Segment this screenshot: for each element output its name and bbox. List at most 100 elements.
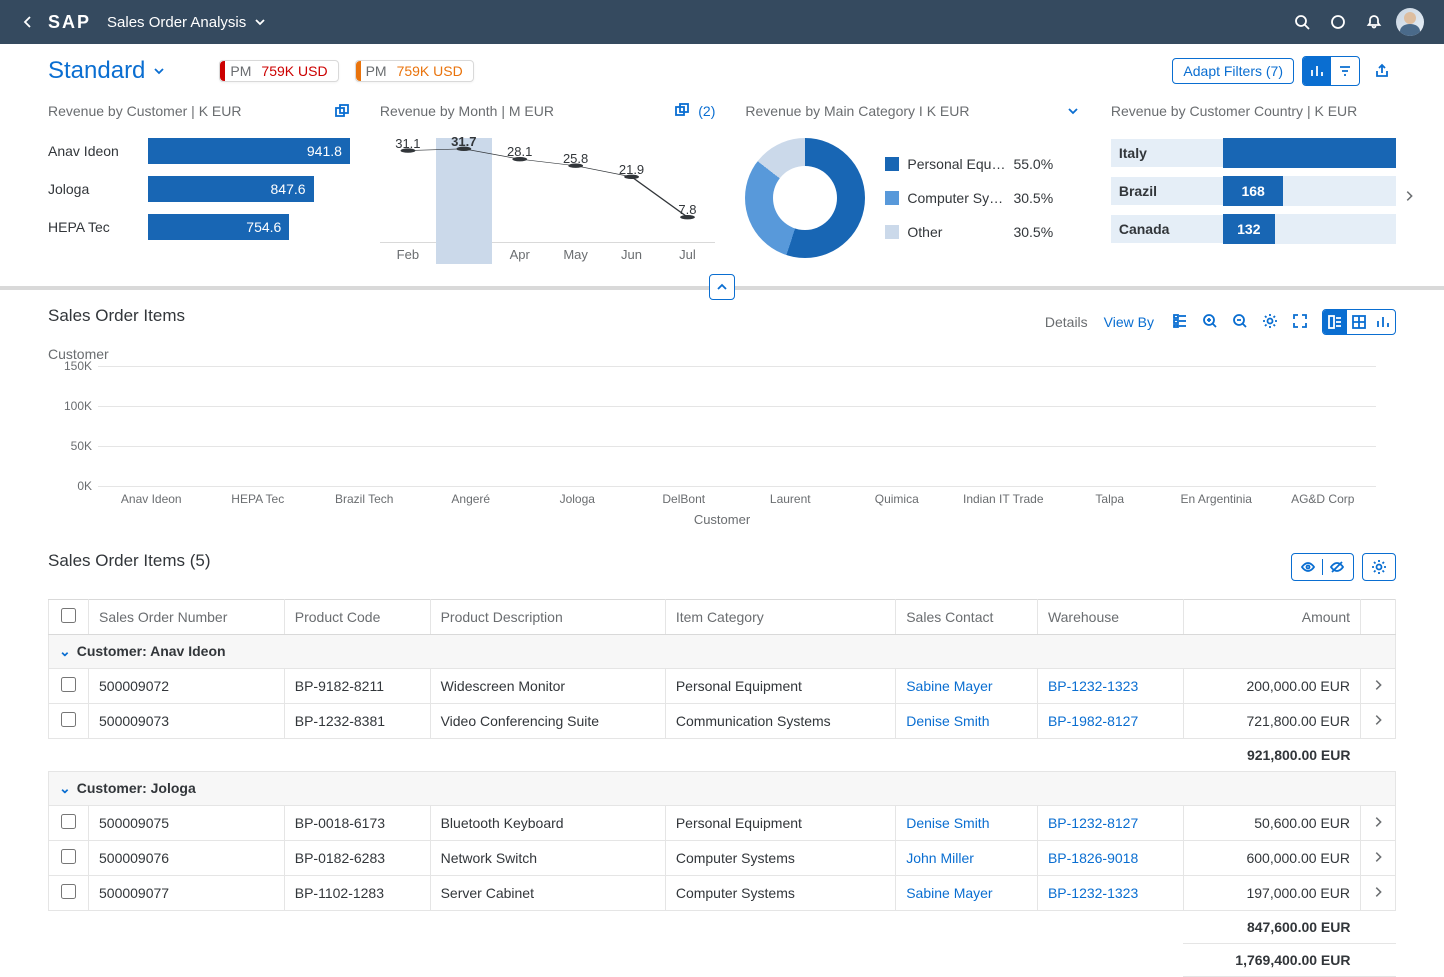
variant-selector[interactable]: Standard (48, 57, 167, 85)
user-menu[interactable] (1392, 4, 1428, 40)
view-chart[interactable] (1371, 310, 1395, 334)
table-group-row[interactable]: ⌄Customer: Jologa (49, 772, 1396, 806)
card-next[interactable] (1402, 189, 1416, 206)
cell-pc: BP-9182-8211 (284, 669, 430, 704)
zoom-in-button[interactable] (1202, 313, 1218, 332)
back-button[interactable] (16, 10, 40, 34)
drill-down-button[interactable] (1172, 313, 1188, 332)
app-title-text: Sales Order Analysis (107, 14, 246, 31)
cell-amount: 200,000.00 EUR (1183, 669, 1360, 704)
row-select[interactable] (49, 841, 89, 876)
cell-pd: Server Cabinet (430, 876, 665, 911)
popout-icon (674, 102, 690, 118)
visual-filter-chart[interactable] (1303, 57, 1331, 85)
view-table[interactable] (1347, 310, 1371, 334)
cell-warehouse[interactable]: BP-1232-8127 (1037, 806, 1183, 841)
row-nav[interactable] (1361, 704, 1396, 739)
row-select[interactable] (49, 704, 89, 739)
column-header[interactable]: Item Category (665, 600, 895, 635)
table-group-row[interactable]: ⌄Customer: Anav Ideon (49, 635, 1396, 669)
customer-bar-chart[interactable]: 150K100K50K0K (98, 366, 1376, 486)
search-button[interactable] (1284, 4, 1320, 40)
show-hide-columns[interactable] (1291, 553, 1354, 581)
zoom-out-button[interactable] (1232, 313, 1248, 332)
collapse-header-button[interactable] (709, 274, 735, 300)
cell-pc: BP-0182-6283 (284, 841, 430, 876)
cell-contact[interactable]: John Miller (896, 841, 1038, 876)
row-nav[interactable] (1361, 841, 1396, 876)
legend-value: 30.5% (1013, 190, 1053, 206)
cell-contact[interactable]: Sabine Mayer (896, 876, 1038, 911)
kpi-tag-2[interactable]: PM759K USD (355, 60, 474, 82)
row-nav[interactable] (1361, 806, 1396, 841)
legend-swatch (885, 157, 899, 171)
notifications-button[interactable] (1356, 4, 1392, 40)
legend-row[interactable]: Personal Equ…55.0% (885, 156, 1053, 172)
row-select[interactable] (49, 876, 89, 911)
chevron-down-icon: ⌄ (59, 643, 71, 659)
line-point: 28.1 (507, 144, 532, 159)
cell-contact[interactable]: Denise Smith (896, 806, 1038, 841)
table-settings[interactable] (1362, 553, 1396, 581)
column-header[interactable]: Amount (1183, 600, 1360, 635)
row-nav[interactable] (1361, 669, 1396, 704)
line-x-label[interactable]: May (548, 247, 604, 262)
line-x-label[interactable]: Jul (659, 247, 715, 262)
legend-row[interactable]: Other30.5% (885, 224, 1053, 240)
settings-button[interactable] (1262, 313, 1278, 332)
fullscreen-button[interactable] (1292, 313, 1308, 332)
hbar-value: 847.6 (148, 176, 314, 202)
share-button[interactable] (1368, 57, 1396, 85)
select-all[interactable] (49, 600, 89, 635)
row-select[interactable] (49, 806, 89, 841)
line-x-label[interactable]: Jun (604, 247, 660, 262)
vbar-x-label: Brazil Tech (311, 492, 418, 506)
column-header[interactable]: Warehouse (1037, 600, 1183, 635)
country-label: Brazil (1111, 177, 1223, 205)
fullscreen-icon (1292, 313, 1308, 329)
cell-contact[interactable]: Denise Smith (896, 704, 1038, 739)
card-detach[interactable] (674, 102, 690, 121)
eye-slash-icon (1329, 559, 1345, 575)
line-x-label[interactable]: Apr (492, 247, 548, 262)
hbar-row[interactable]: HEPA Tec754.6 (48, 214, 350, 240)
row-select[interactable] (49, 669, 89, 704)
legend-row[interactable]: Computer Sy…30.5% (885, 190, 1053, 206)
hbar-row[interactable]: Jologa847.6 (48, 176, 350, 202)
column-header[interactable]: Sales Contact (896, 600, 1038, 635)
cell-warehouse[interactable]: BP-1232-1323 (1037, 669, 1183, 704)
card-detach[interactable] (334, 103, 350, 119)
country-row[interactable]: Canada132 (1111, 214, 1396, 244)
line-chart[interactable]: 31.131.728.125.821.97.8 (380, 138, 715, 238)
line-x-label[interactable]: Feb (380, 247, 436, 262)
column-header[interactable]: Product Code (284, 600, 430, 635)
cell-warehouse[interactable]: BP-1232-1323 (1037, 876, 1183, 911)
vbar-x-label: Talpa (1057, 492, 1164, 506)
copilot-button[interactable] (1320, 4, 1356, 40)
kpi-tag-1[interactable]: PM759K USD (219, 60, 338, 82)
row-nav[interactable] (1361, 876, 1396, 911)
view-by-link[interactable]: View By (1104, 314, 1154, 330)
view-mode-toggle (1322, 309, 1396, 335)
country-row[interactable]: Italy (1111, 138, 1396, 168)
column-header[interactable]: Product Description (430, 600, 665, 635)
card-revenue-category: Revenue by Main Category I K EUR Persona… (745, 100, 1080, 262)
cell-amount: 197,000.00 EUR (1183, 876, 1360, 911)
card-expand[interactable] (1065, 103, 1081, 119)
visual-filter-compact[interactable] (1331, 57, 1359, 85)
y-tick: 50K (48, 439, 92, 453)
app-title[interactable]: Sales Order Analysis (107, 14, 268, 31)
country-row[interactable]: Brazil168 (1111, 176, 1396, 206)
cell-contact[interactable]: Sabine Mayer (896, 669, 1038, 704)
kpi-label: PM (366, 63, 387, 79)
column-header[interactable]: Sales Order Number (89, 600, 285, 635)
hbar-row[interactable]: Anav Ideon941.8 (48, 138, 350, 164)
donut-chart[interactable] (745, 138, 865, 258)
details-link[interactable]: Details (1045, 314, 1088, 330)
cell-warehouse[interactable]: BP-1826-9018 (1037, 841, 1183, 876)
grid-icon (1351, 314, 1367, 330)
adapt-filters-button[interactable]: Adapt Filters (7) (1172, 58, 1294, 84)
cell-warehouse[interactable]: BP-1982-8127 (1037, 704, 1183, 739)
y-tick: 150K (48, 359, 92, 373)
view-chart-table[interactable] (1323, 310, 1347, 334)
